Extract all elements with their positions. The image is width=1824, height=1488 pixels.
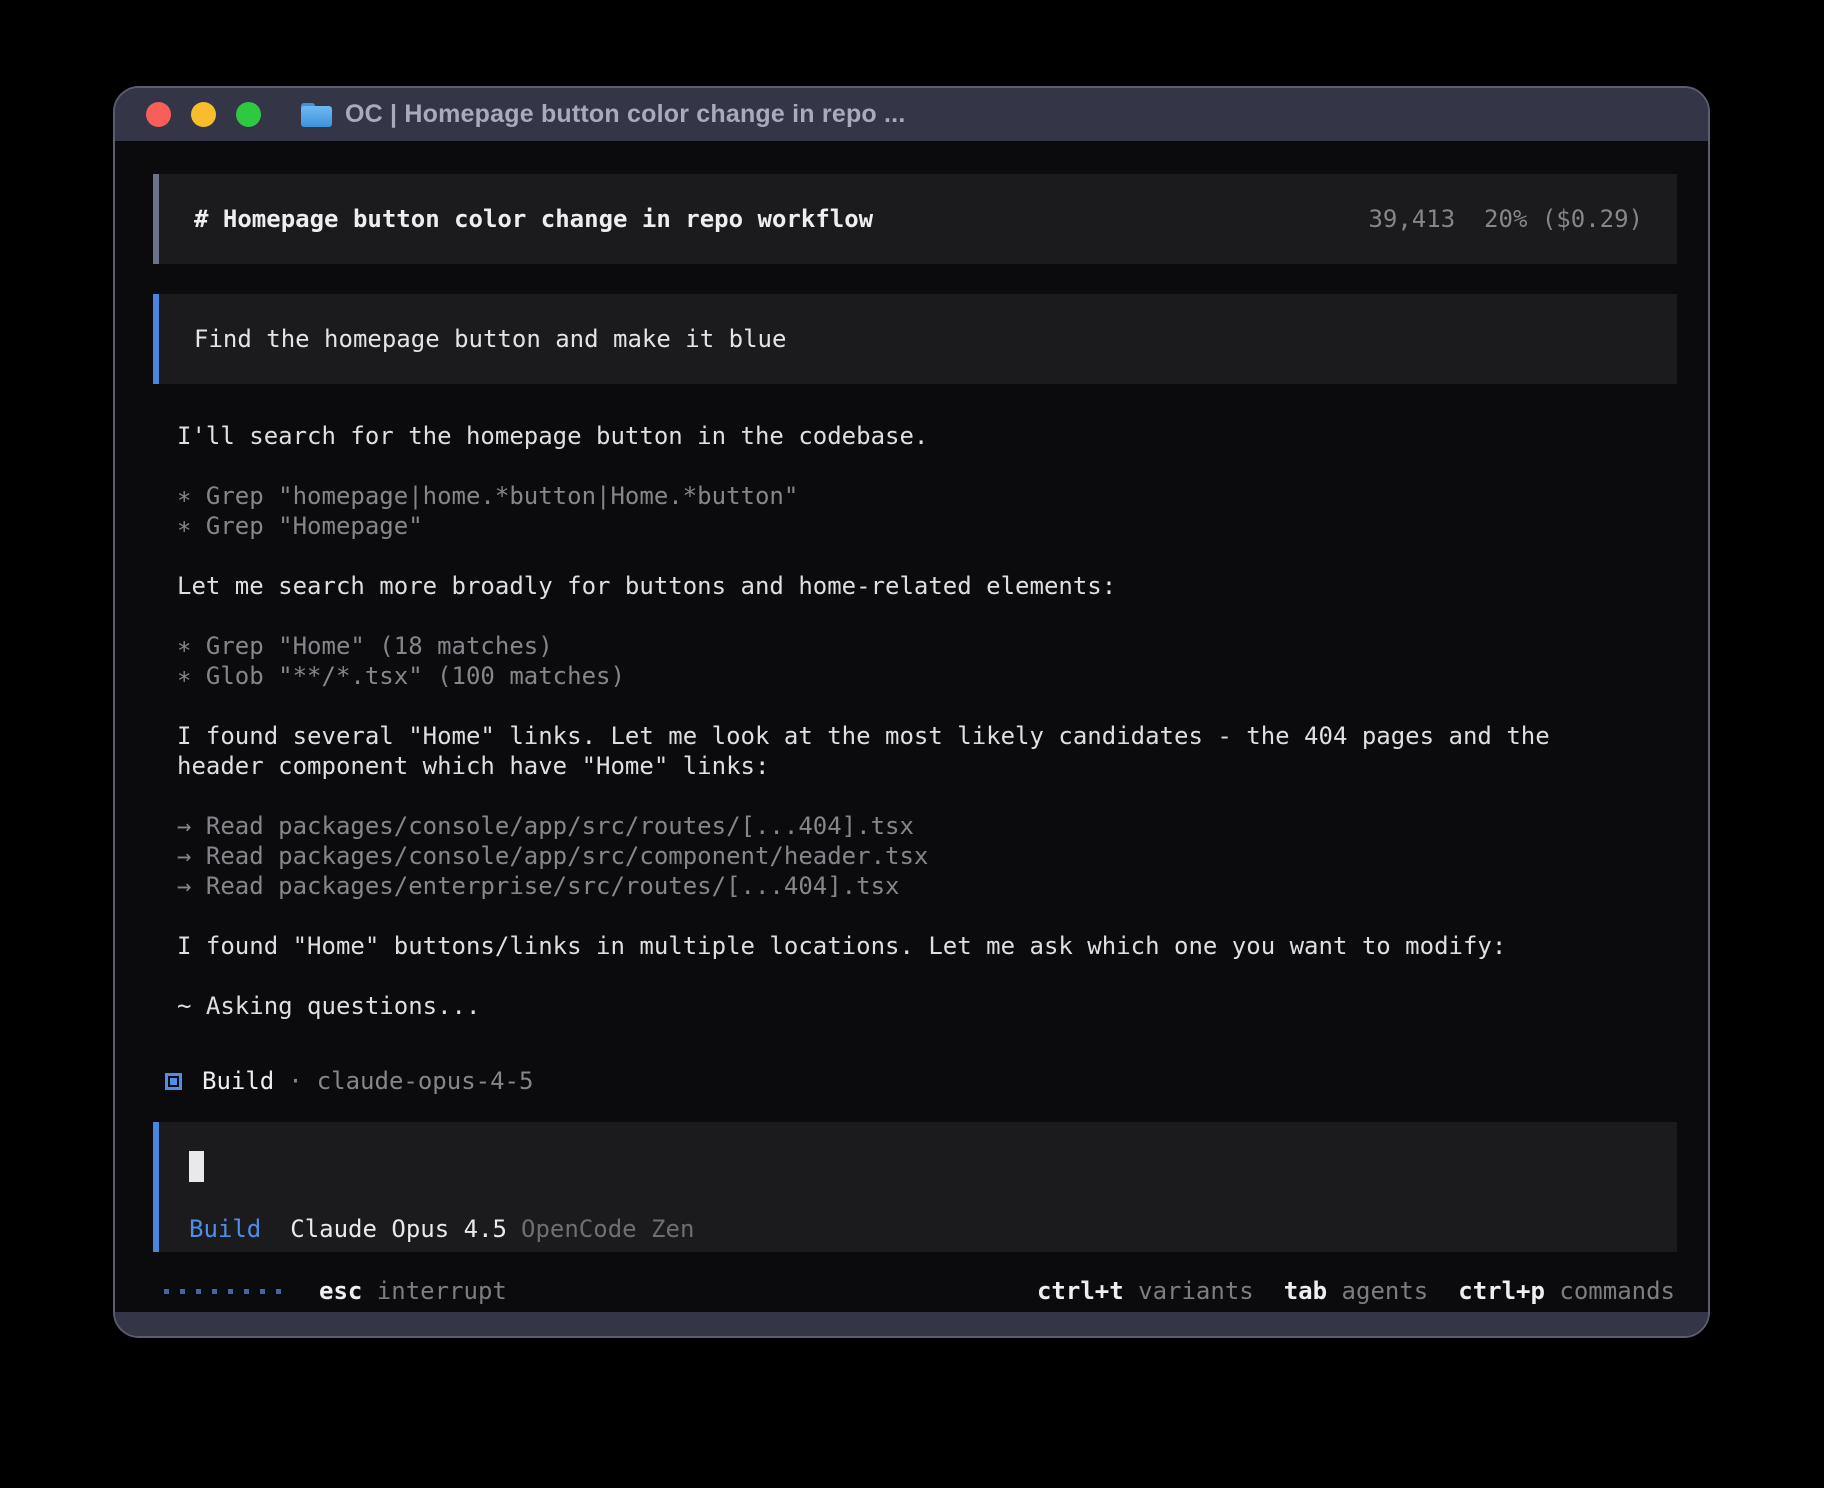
assistant-messages: I'll search for the homepage button in t…	[153, 384, 1677, 1021]
minimize-button[interactable]	[191, 102, 216, 127]
assistant-text-block: ~ Asking questions...	[177, 991, 1677, 1021]
input-provider-label: OpenCode Zen	[521, 1214, 694, 1244]
agent-name: Build	[202, 1066, 274, 1096]
status-bar: esc interrupt ctrl+t variantstab agentsc…	[153, 1276, 1677, 1306]
shortcut-variants[interactable]: ctrl+t variants	[1037, 1276, 1254, 1306]
session-title: # Homepage button color change in repo w…	[194, 204, 873, 234]
session-stats: 39,413 20% ($0.29)	[1368, 204, 1643, 234]
shortcut-key: ctrl+t	[1037, 1277, 1124, 1305]
status-bar-shortcuts: ctrl+t variants tab agents ctrl+p commands	[1037, 1276, 1675, 1306]
esc-label: interrupt	[362, 1277, 507, 1305]
shortcut-key: tab	[1284, 1277, 1327, 1305]
window-bottom-edge	[115, 1312, 1708, 1336]
assistant-text-line: ~ Asking questions...	[177, 991, 1677, 1021]
prompt-input[interactable]: Build Claude Opus 4.5 OpenCode Zen	[153, 1122, 1677, 1252]
assistant-text-line: Let me search more broadly for buttons a…	[177, 571, 1677, 601]
assistant-text-block: Let me search more broadly for buttons a…	[177, 571, 1677, 601]
input-model-label: Claude Opus 4.5	[290, 1214, 507, 1244]
shortcut-label: commands	[1545, 1277, 1675, 1305]
shortcut-label: variants	[1124, 1277, 1254, 1305]
input-agent-label: Build	[189, 1214, 261, 1244]
assistant-text-line: I found several "Home" links. Let me loo…	[177, 721, 1677, 751]
user-message: Find the homepage button and make it blu…	[153, 294, 1677, 384]
terminal-content: # Homepage button color change in repo w…	[115, 141, 1708, 1312]
tool-call-block: ∗ Grep "homepage|home.*button|Home.*butt…	[177, 481, 1677, 541]
shortcut-label: agents	[1327, 1277, 1428, 1305]
esc-key: esc	[319, 1277, 362, 1305]
tool-call-line: → Read packages/enterprise/src/routes/[.…	[177, 871, 1677, 901]
assistant-text-block: I found several "Home" links. Let me loo…	[177, 721, 1677, 781]
agent-separator: ·	[288, 1066, 302, 1096]
agent-build-icon	[165, 1073, 182, 1090]
assistant-text-block: I'll search for the homepage button in t…	[177, 421, 1677, 451]
status-bar-left: esc interrupt	[164, 1276, 507, 1306]
folder-icon	[301, 103, 332, 127]
close-button[interactable]	[146, 102, 171, 127]
shortcut-agents[interactable]: tab agents	[1284, 1276, 1429, 1306]
agent-status-line: Build · claude-opus-4-5	[153, 1066, 1677, 1096]
tool-call-line: ∗ Grep "Home" (18 matches)	[177, 631, 1677, 661]
esc-shortcut[interactable]: esc interrupt	[319, 1276, 507, 1306]
assistant-text-line: I'll search for the homepage button in t…	[177, 421, 1677, 451]
tool-call-block: → Read packages/console/app/src/routes/[…	[177, 811, 1677, 901]
shortcut-commands[interactable]: ctrl+p commands	[1458, 1276, 1675, 1306]
assistant-text-line: header component which have "Home" links…	[177, 751, 1677, 781]
traffic-lights	[146, 102, 261, 127]
tool-call-line: ∗ Glob "**/*.tsx" (100 matches)	[177, 661, 1677, 691]
tool-call-block: ∗ Grep "Home" (18 matches)∗ Glob "**/*.t…	[177, 631, 1677, 691]
tool-call-line: → Read packages/console/app/src/componen…	[177, 841, 1677, 871]
spinner-dot	[212, 1289, 217, 1294]
window-titlebar[interactable]: OC | Homepage button color change in rep…	[115, 88, 1708, 141]
tool-call-line: ∗ Grep "Homepage"	[177, 511, 1677, 541]
terminal-window: OC | Homepage button color change in rep…	[113, 86, 1710, 1338]
spinner-dot	[180, 1289, 185, 1294]
spinner-dot	[276, 1289, 281, 1294]
spinner-dot	[164, 1289, 169, 1294]
text-cursor	[189, 1151, 204, 1182]
spinner-dot	[196, 1289, 201, 1294]
zoom-button[interactable]	[236, 102, 261, 127]
spinner-dot	[260, 1289, 265, 1294]
model-line: Build Claude Opus 4.5 OpenCode Zen	[189, 1214, 1643, 1244]
window-title: OC | Homepage button color change in rep…	[345, 100, 905, 129]
assistant-text-line: I found "Home" buttons/links in multiple…	[177, 931, 1677, 961]
tool-call-line: → Read packages/console/app/src/routes/[…	[177, 811, 1677, 841]
shortcut-key: ctrl+p	[1458, 1277, 1545, 1305]
spinner-dot	[228, 1289, 233, 1294]
user-message-text: Find the homepage button and make it blu…	[194, 324, 1643, 354]
tool-call-line: ∗ Grep "homepage|home.*button|Home.*butt…	[177, 481, 1677, 511]
agent-model: claude-opus-4-5	[317, 1066, 534, 1096]
titlebar-title-group: OC | Homepage button color change in rep…	[301, 100, 905, 129]
spinner-dots	[164, 1289, 281, 1294]
session-header: # Homepage button color change in repo w…	[153, 174, 1677, 264]
spinner-dot	[244, 1289, 249, 1294]
assistant-text-block: I found "Home" buttons/links in multiple…	[177, 931, 1677, 961]
